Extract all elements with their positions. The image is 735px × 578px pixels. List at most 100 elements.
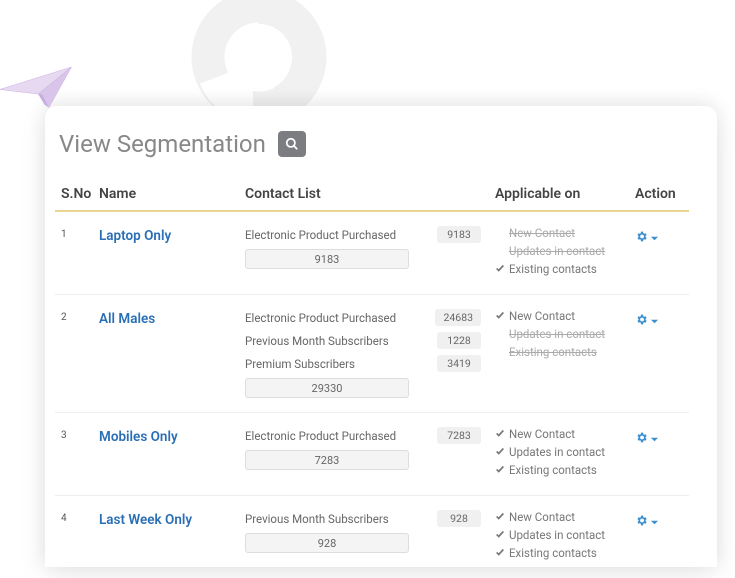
page-header: View Segmentation [55,130,689,158]
applicable-item: Updates in contact [495,528,635,542]
applicable-item: New Contact [495,309,635,323]
contact-list-count: 24683 [435,309,481,326]
cell-applicable: New Contact Updates in contact Existing co… [495,226,635,280]
check-icon [495,510,506,524]
cell-applicable: New Contact Updates in contact Existing co… [495,510,635,564]
cell-contact-list: Previous Month Subscribers 928 928 [245,510,495,553]
check-icon [495,528,506,542]
applicable-label: Updates in contact [509,445,605,459]
applicable-item: New Contact [495,510,635,524]
contact-list-label: Electronic Product Purchased [245,311,396,325]
applicable-label: New Contact [509,226,575,240]
col-header-name: Name [99,186,245,202]
col-header-action: Action [635,186,685,202]
segment-name-link[interactable]: Mobiles Only [99,427,245,445]
page-title: View Segmentation [59,130,266,158]
contact-list-count: 1228 [437,332,481,349]
applicable-item: New Contact [495,226,635,240]
caret-down-icon [650,429,659,448]
check-icon [495,309,506,323]
gear-icon [635,228,648,247]
caret-down-icon [650,228,659,247]
check-icon [495,262,506,276]
applicable-item: Existing contacts [495,463,635,477]
gear-icon [635,311,648,330]
table-row: 2All MalesElectronic Product Purchased 24… [55,295,689,413]
applicable-label: New Contact [509,427,575,441]
contact-list-line: Premium Subscribers 3419 [245,355,495,372]
contact-list-line: Electronic Product Purchased 7283 [245,427,495,444]
action-menu-button[interactable] [635,309,685,330]
col-header-list: Contact List [245,186,495,202]
cell-sno: 3 [55,427,99,441]
contact-list-line: Previous Month Subscribers 1228 [245,332,495,349]
applicable-item: New Contact [495,427,635,441]
check-icon [495,427,506,441]
applicable-label: Existing contacts [509,345,597,359]
contact-list-label: Electronic Product Purchased [245,228,396,242]
applicable-label: Updates in contact [509,528,605,542]
applicable-label: Existing contacts [509,262,597,276]
check-icon [495,463,506,477]
check-icon [495,546,506,560]
gear-icon [635,512,648,531]
contact-list-label: Previous Month Subscribers [245,512,389,526]
cell-sno: 1 [55,226,99,240]
action-menu-button[interactable] [635,510,685,531]
cell-contact-list: Electronic Product Purchased 9183 9183 [245,226,495,269]
paper-plane-icon [0,55,85,115]
contact-list-line: Electronic Product Purchased 9183 [245,226,495,243]
contact-list-total: 29330 [245,378,409,398]
applicable-label: New Contact [509,309,575,323]
contact-list-count: 928 [437,510,481,527]
segmentation-table: S.No Name Contact List Applicable on Act… [55,180,689,578]
contact-list-line: Electronic Product Purchased 24683 [245,309,495,326]
contact-list-total: 928 [245,533,409,553]
applicable-label: Existing contacts [509,546,597,560]
caret-down-icon [650,512,659,531]
cell-sno: 4 [55,510,99,524]
contact-list-label: Premium Subscribers [245,357,355,371]
contact-list-count: 7283 [437,427,481,444]
table-header: S.No Name Contact List Applicable on Act… [55,180,689,212]
applicable-item: Existing contacts [495,262,635,276]
applicable-label: Existing contacts [509,463,597,477]
segment-name-link[interactable]: All Males [99,309,245,327]
table-row: 4Last Week OnlyPrevious Month Subscriber… [55,496,689,578]
applicable-item: Existing contacts [495,345,635,359]
contact-list-label: Previous Month Subscribers [245,334,389,348]
contact-list-total: 7283 [245,450,409,470]
search-button[interactable] [278,131,306,157]
action-menu-button[interactable] [635,427,685,448]
cell-sno: 2 [55,309,99,323]
cell-contact-list: Electronic Product Purchased 24683 Previou… [245,309,495,398]
applicable-item: Updates in contact [495,244,635,258]
segment-name-link[interactable]: Laptop Only [99,226,245,244]
action-menu-button[interactable] [635,226,685,247]
contact-list-total: 9183 [245,249,409,269]
contact-list-count: 3419 [437,355,481,372]
gear-icon [635,429,648,448]
search-icon [285,137,299,151]
col-header-applicable: Applicable on [495,186,635,202]
segment-name-link[interactable]: Last Week Only [99,510,245,528]
contact-list-count: 9183 [437,226,481,243]
applicable-label: Updates in contact [509,327,605,341]
contact-list-label: Electronic Product Purchased [245,429,396,443]
table-row: 1Laptop OnlyElectronic Product Purchased… [55,212,689,295]
cell-contact-list: Electronic Product Purchased 7283 7283 [245,427,495,470]
check-icon [495,445,506,459]
applicable-item: Updates in contact [495,445,635,459]
table-body: 1Laptop OnlyElectronic Product Purchased… [55,212,689,578]
applicable-label: New Contact [509,510,575,524]
applicable-label: Updates in contact [509,244,605,258]
applicable-item: Existing contacts [495,546,635,560]
segmentation-card: View Segmentation S.No Name Contact List… [45,106,717,567]
cell-applicable: New Contact Updates in contact Existing co… [495,427,635,481]
cell-applicable: New Contact Updates in contact Existing co… [495,309,635,363]
applicable-item: Updates in contact [495,327,635,341]
col-header-sno: S.No [55,186,99,202]
caret-down-icon [650,311,659,330]
table-row: 3Mobiles OnlyElectronic Product Purchase… [55,413,689,496]
contact-list-line: Previous Month Subscribers 928 [245,510,495,527]
